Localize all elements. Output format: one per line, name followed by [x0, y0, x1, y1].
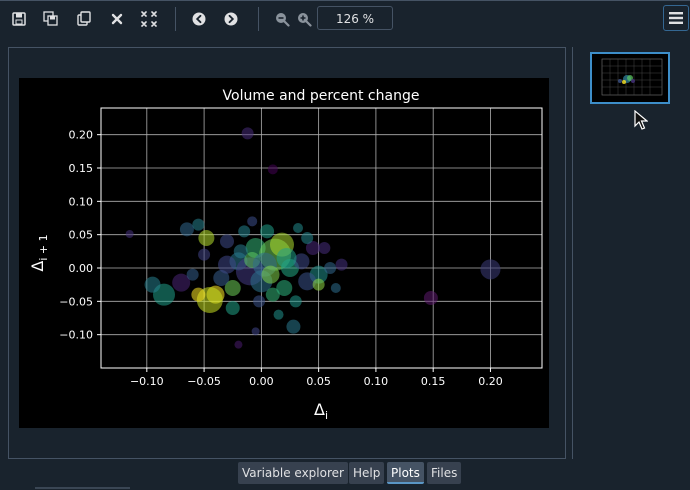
scatter-points	[125, 127, 501, 349]
zoom-in-icon[interactable]	[293, 8, 315, 30]
scatter-point	[261, 265, 280, 284]
y-tick-label: 0.00	[69, 262, 94, 275]
scatter-point	[247, 216, 258, 227]
thumbnail-preview	[601, 58, 663, 96]
x-tick-label: 0.05	[306, 375, 331, 388]
zoom-value-field[interactable]: 126 %	[317, 6, 393, 30]
toolbar-separator	[258, 7, 259, 31]
scatter-point	[198, 248, 211, 261]
scatter-point	[253, 295, 266, 308]
x-tick-label: 0.20	[478, 375, 503, 388]
close-all-icon[interactable]	[138, 8, 160, 30]
scatter-point	[192, 218, 205, 231]
scatter-point	[198, 230, 215, 246]
scatter-point	[238, 225, 251, 238]
y-tick-labels: 0.20 0.15 0.10 0.05 0.00 −0.05 −0.10	[59, 129, 101, 342]
scatter-point	[218, 255, 236, 274]
scatter-point	[144, 276, 161, 293]
y-tick-label: −0.10	[59, 329, 93, 342]
save-icon[interactable]	[8, 8, 30, 30]
chart-title: Volume and percent change	[223, 88, 420, 104]
y-tick-label: 0.15	[69, 162, 94, 175]
scatter-point	[234, 340, 243, 349]
previous-icon[interactable]	[188, 8, 210, 30]
scatter-point	[273, 309, 284, 320]
scatter-point	[241, 127, 254, 140]
chart-grid	[101, 108, 542, 368]
plots-toolbar: 126 %	[0, 0, 690, 37]
y-axis-label: Δi + 1	[28, 234, 50, 271]
scatter-point	[312, 278, 325, 291]
tab-help[interactable]: Help	[349, 462, 385, 484]
scroll-indicator	[35, 487, 130, 489]
axes-frame	[100, 107, 543, 369]
zoom-out-icon[interactable]	[271, 8, 293, 30]
x-tick-label: 0.00	[249, 375, 274, 388]
scatter-chart: −0.10 −0.05 0.00 0.05 0.10 0.15 0.20 0.200.150…	[28, 88, 543, 422]
x-tick-label: −0.05	[187, 375, 221, 388]
scatter-point	[251, 327, 260, 336]
next-icon[interactable]	[220, 8, 242, 30]
y-tick-label: 0.20	[69, 129, 94, 142]
tab-plots[interactable]: Plots	[387, 462, 424, 484]
options-menu-button[interactable]	[663, 5, 689, 31]
scatter-point	[423, 291, 438, 305]
scatter-point	[286, 319, 301, 334]
scatter-point	[324, 262, 337, 274]
copy-icon[interactable]	[73, 8, 95, 30]
scatter-point	[335, 258, 348, 271]
scatter-point	[125, 230, 134, 238]
close-icon[interactable]	[106, 8, 128, 30]
scatter-point	[318, 242, 331, 254]
save-all-icon[interactable]	[40, 8, 62, 30]
hamburger-menu-icon	[669, 12, 683, 24]
plot-thumbnail[interactable]	[590, 52, 670, 104]
scatter-point	[191, 287, 206, 302]
x-tick-label: 0.10	[364, 375, 389, 388]
scatter-point	[289, 295, 302, 308]
x-tick-label: 0.15	[421, 375, 446, 388]
y-tick-label: −0.05	[59, 295, 93, 308]
scatter-point	[301, 232, 314, 244]
tab-files[interactable]: Files	[427, 462, 462, 484]
scatter-point	[179, 222, 194, 237]
scatter-point	[267, 164, 278, 175]
scatter-point	[480, 259, 501, 280]
y-tick-label: 0.10	[69, 195, 94, 208]
scatter-point	[330, 283, 341, 293]
x-tick-labels: −0.10 −0.05 0.00 0.05 0.10 0.15 0.20	[130, 368, 503, 388]
scatter-point	[220, 234, 234, 249]
mouse-cursor-icon	[634, 109, 649, 134]
scatter-point	[276, 248, 297, 268]
pane-tab-bar: Variable explorer Help Plots Files	[0, 460, 690, 490]
x-tick-label: −0.10	[130, 375, 164, 388]
plot-figure[interactable]: −0.10 −0.05 0.00 0.05 0.10 0.15 0.20 0.20 0.15 0…	[19, 78, 549, 428]
scatter-point	[225, 301, 240, 315]
x-axis-label: Δi	[314, 400, 328, 422]
y-tick-label: 0.05	[69, 229, 94, 242]
scatter-point	[276, 280, 293, 296]
scatter-point	[233, 244, 248, 259]
scatter-point	[186, 268, 199, 281]
plot-thumbnails-panel	[572, 47, 690, 459]
scatter-point	[260, 224, 275, 239]
toolbar-separator	[175, 7, 176, 31]
tab-variable-explorer[interactable]: Variable explorer	[238, 462, 348, 484]
scatter-point	[293, 223, 304, 233]
